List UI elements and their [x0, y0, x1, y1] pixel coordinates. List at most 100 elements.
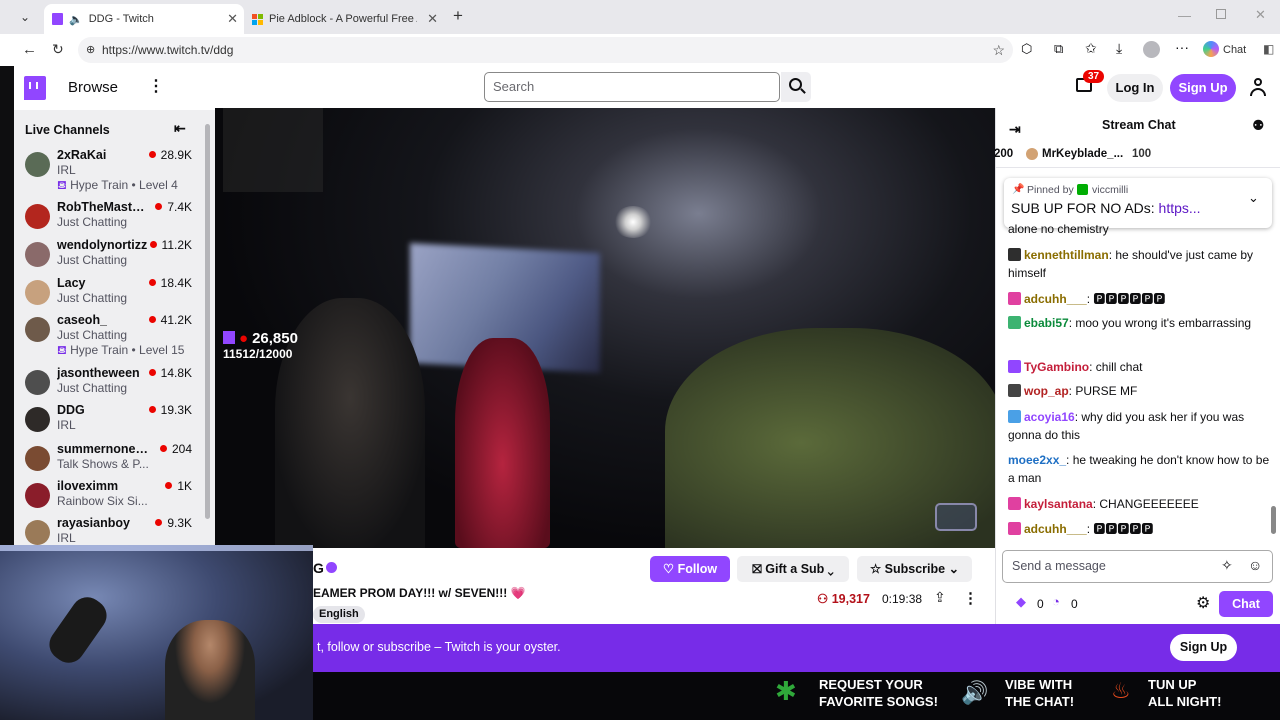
- sidebar-channel[interactable]: jasontheween Just Chatting 14.8K: [14, 366, 204, 402]
- browse-link[interactable]: Browse: [68, 79, 118, 96]
- sidebar-channel[interactable]: rayasianboy IRL 9.3K: [14, 516, 204, 546]
- channel-name: rayasianboy: [57, 516, 130, 530]
- sidebar-toggle-icon[interactable]: ◧: [1263, 42, 1274, 56]
- sidebar-channel[interactable]: 2xRaKai IRL 28.9K ⛾ Hype Train • Level 4: [14, 148, 204, 192]
- viewer-count: 7.4K: [155, 200, 192, 214]
- leaderboard-user[interactable]: MrKeyblade_...: [1042, 140, 1123, 168]
- more-icon[interactable]: ···: [1175, 39, 1189, 55]
- share-icon[interactable]: ⇪: [934, 589, 946, 606]
- copilot-chat-button[interactable]: Chat: [1203, 41, 1246, 57]
- close-tab-icon[interactable]: ✕: [427, 11, 438, 27]
- more-vertical-icon[interactable]: ⋮: [148, 76, 164, 96]
- sidebar-channel[interactable]: iloveximm Rainbow Six Si... 1K: [14, 479, 204, 515]
- chat-send-button[interactable]: Chat: [1219, 591, 1273, 617]
- downloads-icon[interactable]: ⤓: [1116, 40, 1122, 57]
- banner-text: t, follow or subscribe – Twitch is your …: [317, 640, 561, 654]
- maximize-icon[interactable]: [1216, 9, 1226, 19]
- login-button[interactable]: Log In: [1107, 74, 1163, 102]
- chat-username[interactable]: TyGambino: [1024, 360, 1089, 374]
- sidebar-channel[interactable]: RobTheMaster1 Just Chatting 7.4K: [14, 200, 204, 236]
- tab-ddg-twitch[interactable]: 🔈 DDG - Twitch ✕: [44, 4, 244, 34]
- chevron-down-icon: ⌄: [948, 562, 960, 576]
- channel-name[interactable]: G: [313, 560, 324, 576]
- chat-text: 🅿🅿🅿🅿🅿: [1093, 522, 1154, 536]
- bits-icon[interactable]: ◆: [1016, 594, 1026, 610]
- sidebar-channel[interactable]: caseoh_ Just Chatting 41.2K ⛾ Hype Train • …: [14, 313, 204, 357]
- chat-username[interactable]: ebabi57: [1024, 316, 1069, 330]
- chat-username[interactable]: adcuhh___: [1024, 292, 1087, 306]
- minimize-icon[interactable]: —: [1178, 8, 1191, 23]
- stream-chat-overlay: [223, 108, 323, 192]
- chat-users-icon[interactable]: ⚉: [1252, 117, 1265, 134]
- favorites-icon[interactable]: ✩: [1085, 40, 1097, 57]
- chat-username[interactable]: kaylsantana: [1024, 497, 1093, 511]
- chat-username[interactable]: wop_ap: [1024, 384, 1069, 398]
- tab-list-icon[interactable]: ⌄: [20, 10, 30, 24]
- chat-settings-icon[interactable]: ⚙: [1196, 593, 1210, 613]
- channel-points-icon[interactable]: ◔: [1052, 594, 1060, 609]
- hype-train-indicator: ⛾ Hype Train • Level 4: [57, 178, 178, 192]
- sidebar-scrollbar[interactable]: [205, 124, 210, 519]
- speaker-icon[interactable]: 🔈: [69, 13, 83, 26]
- emote-picker-icon[interactable]: ☺: [1248, 557, 1262, 573]
- chat-username[interactable]: acoyia16: [1024, 410, 1075, 424]
- chat-input[interactable]: Send a message ✧ ☺: [1002, 550, 1273, 583]
- chat-badge-icon: [1008, 522, 1021, 535]
- sync-icon[interactable]: ⧉: [1054, 41, 1063, 57]
- channel-category: Just Chatting: [57, 381, 128, 395]
- overlay-item-chat: VIBE WITH THE CHAT!: [1005, 677, 1075, 709]
- channel-category: IRL: [57, 418, 76, 432]
- channel-category: Rainbow Six Si...: [57, 494, 148, 508]
- collapse-sidebar-icon[interactable]: ⇤: [174, 120, 186, 137]
- chat-text: chill chat: [1095, 360, 1143, 374]
- magic-sparkle-icon[interactable]: ✧: [1221, 557, 1233, 574]
- sidebar-channel[interactable]: summernoneot... Talk Shows & P... 204: [14, 442, 204, 478]
- twitch-logo-icon[interactable]: [24, 76, 46, 100]
- language-tag[interactable]: English: [313, 606, 365, 623]
- live-channels-sidebar: Live Channels ⇤ 2xRaKai IRL 28.9K ⛾ Hype Tr…: [14, 110, 215, 546]
- sidebar-channel[interactable]: Lacy Just Chatting 18.4K: [14, 276, 204, 312]
- expand-pinned-icon[interactable]: ⌄: [1248, 190, 1259, 206]
- gift-sub-button[interactable]: ⛝ Gift a Sub ⌄: [737, 556, 849, 582]
- chat-username[interactable]: moee2xx_: [1008, 453, 1066, 467]
- user-menu-icon[interactable]: [1250, 78, 1266, 96]
- sidebar-channel[interactable]: wendolynortizz Just Chatting 11.2K: [14, 238, 204, 274]
- chat-badge-icon: [1008, 360, 1021, 373]
- more-options-icon[interactable]: ⋮: [963, 589, 978, 607]
- extensions-icon[interactable]: ⬡: [1021, 41, 1032, 57]
- close-window-icon[interactable]: ✕: [1255, 7, 1266, 23]
- channel-name: iloveximm: [57, 479, 119, 493]
- favorite-star-icon[interactable]: ☆: [992, 37, 1005, 63]
- pinned-link[interactable]: https...: [1159, 200, 1201, 216]
- avatar: [25, 520, 50, 545]
- new-tab-icon[interactable]: +: [453, 6, 463, 26]
- channel-category: IRL: [57, 531, 76, 545]
- search-input[interactable]: Search: [484, 72, 780, 102]
- leaderboard-left-value: 200: [994, 148, 1014, 160]
- subscribe-button[interactable]: ☆ Subscribe ⌄: [857, 556, 972, 582]
- pinned-message[interactable]: 📌 Pinned by viccmilli SUB UP FOR NO ADs:…: [1004, 178, 1272, 228]
- chat-username[interactable]: kennethtillman: [1024, 248, 1109, 262]
- twitch-favicon-icon: [52, 13, 63, 25]
- banner-signup-button[interactable]: Sign Up: [1170, 634, 1237, 661]
- palm-tree-icon: ✱: [775, 676, 797, 706]
- refresh-icon[interactable]: ↻: [52, 41, 64, 58]
- sidebar-channel[interactable]: DDG IRL 19.3K: [14, 403, 204, 439]
- collapse-chat-icon[interactable]: ⇥: [1009, 121, 1021, 138]
- avatar: [25, 204, 50, 229]
- search-button[interactable]: [781, 72, 811, 102]
- video-player[interactable]: ● 26,850 11512/12000: [215, 108, 995, 548]
- follow-button[interactable]: ♡ Follow: [650, 556, 730, 582]
- profile-icon[interactable]: [1143, 41, 1160, 58]
- site-info-icon[interactable]: ⊕: [86, 37, 95, 63]
- signup-button[interactable]: Sign Up: [1170, 74, 1236, 102]
- close-tab-icon[interactable]: ✕: [227, 11, 238, 27]
- channel-category: Just Chatting: [57, 253, 128, 267]
- back-icon[interactable]: ←: [22, 41, 37, 58]
- channel-category: Talk Shows & P...: [57, 457, 149, 471]
- chat-username[interactable]: adcuhh___: [1024, 522, 1087, 536]
- chat-scrollbar[interactable]: [1271, 506, 1276, 534]
- tab-pie-adblock[interactable]: Pie Adblock - A Powerful Free Ad B ✕: [244, 4, 444, 34]
- chat-message: ebabi57: moo you wrong it's embarrassing: [1008, 314, 1270, 332]
- url-field[interactable]: ⊕ https://www.twitch.tv/ddg ☆: [78, 37, 1013, 63]
